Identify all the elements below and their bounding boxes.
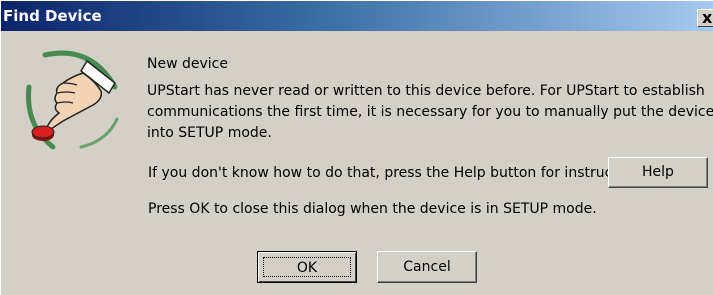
help-button[interactable]: Help	[608, 157, 708, 188]
message-paragraph: UPStart has never read or written to thi…	[147, 81, 713, 144]
ok-button[interactable]: OK	[257, 251, 357, 283]
hand-pressing-button-icon	[23, 47, 121, 151]
help-instruction-text: If you don't know how to do that, press …	[148, 165, 647, 181]
ok-instruction-text: Press OK to close this dialog when the d…	[148, 201, 597, 217]
message-line: into SETUP mode.	[147, 125, 272, 141]
find-device-dialog: Find Device x New device UPStart has nev…	[0, 0, 713, 295]
cancel-button[interactable]: Cancel	[377, 251, 477, 283]
title-bar[interactable]: Find Device x	[1, 1, 713, 31]
close-icon[interactable]: x	[697, 9, 713, 27]
window-title: Find Device	[3, 7, 102, 25]
message-line: UPStart has never read or written to thi…	[147, 83, 705, 99]
message-line: communications the first time, it is nec…	[147, 104, 713, 120]
ok-button-label: OK	[263, 257, 351, 277]
message-heading: New device	[147, 56, 228, 72]
